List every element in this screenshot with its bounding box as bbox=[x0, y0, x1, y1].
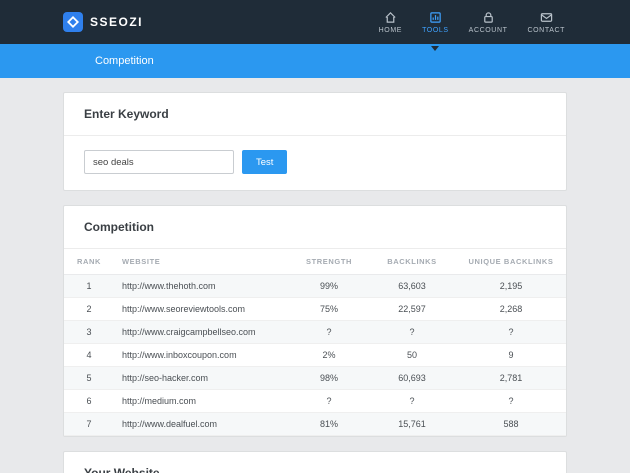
nav-item-tools[interactable]: TOOLS bbox=[420, 9, 451, 36]
nav-item-contact[interactable]: CONTACT bbox=[525, 9, 567, 36]
active-tab-caret bbox=[431, 46, 439, 51]
backlinks-cell: ? bbox=[368, 321, 456, 344]
account-icon bbox=[482, 11, 495, 24]
website-cell: http://seo-hacker.com bbox=[114, 367, 290, 390]
col-backlinks: BACKLINKS bbox=[368, 249, 456, 275]
card-header: Your Website bbox=[64, 452, 566, 473]
table-row: 7 http://www.dealfuel.com 81% 15,761 588 bbox=[64, 413, 566, 436]
brand[interactable]: SSEOZI bbox=[63, 12, 143, 32]
tools-icon bbox=[429, 11, 442, 24]
nav-item-account[interactable]: ACCOUNT bbox=[467, 9, 510, 36]
table-row: 6 http://medium.com ? ? ? bbox=[64, 390, 566, 413]
card-header: Competition bbox=[64, 206, 566, 249]
website-cell: http://www.thehoth.com bbox=[114, 275, 290, 298]
backlinks-cell: 63,603 bbox=[368, 275, 456, 298]
col-strength: STRENGTH bbox=[290, 249, 368, 275]
brand-logo-icon bbox=[63, 12, 83, 32]
col-unique-backlinks: UNIQUE BACKLINKS bbox=[456, 249, 566, 275]
nav-item-label: CONTACT bbox=[527, 27, 565, 34]
strength-cell: 2% bbox=[290, 344, 368, 367]
website-cell: http://www.seoreviewtools.com bbox=[114, 298, 290, 321]
unique-backlinks-cell: 2,268 bbox=[456, 298, 566, 321]
brand-name: SSEOZI bbox=[90, 15, 143, 29]
rank-cell: 3 bbox=[64, 321, 114, 344]
website-cell: http://www.inboxcoupon.com bbox=[114, 344, 290, 367]
rank-cell: 7 bbox=[64, 413, 114, 436]
card-title: Competition bbox=[84, 220, 154, 234]
competition-card: Competition RANK WEBSITE STRENGTH BACKLI… bbox=[63, 205, 567, 437]
rank-cell: 2 bbox=[64, 298, 114, 321]
table-row: 4 http://www.inboxcoupon.com 2% 50 9 bbox=[64, 344, 566, 367]
enter-keyword-card: Enter Keyword Test bbox=[63, 92, 567, 191]
backlinks-cell: 60,693 bbox=[368, 367, 456, 390]
strength-cell: 75% bbox=[290, 298, 368, 321]
unique-backlinks-cell: 588 bbox=[456, 413, 566, 436]
unique-backlinks-cell: 2,195 bbox=[456, 275, 566, 298]
rank-cell: 5 bbox=[64, 367, 114, 390]
backlinks-cell: 15,761 bbox=[368, 413, 456, 436]
home-icon bbox=[384, 11, 397, 24]
unique-backlinks-cell: 9 bbox=[456, 344, 566, 367]
strength-cell: ? bbox=[290, 390, 368, 413]
test-button[interactable]: Test bbox=[242, 150, 287, 174]
your-website-card: Your Website RANK WEBSITE STRENGTH BACKL… bbox=[63, 451, 567, 473]
strength-cell: 81% bbox=[290, 413, 368, 436]
table-row: 3 http://www.craigcampbellseo.com ? ? ? bbox=[64, 321, 566, 344]
website-cell: http://www.dealfuel.com bbox=[114, 413, 290, 436]
col-website: WEBSITE bbox=[114, 249, 290, 275]
top-navbar: SSEOZI HOME TOOLS ACCOUNT bbox=[0, 0, 630, 44]
table-row: 1 http://www.thehoth.com 99% 63,603 2,19… bbox=[64, 275, 566, 298]
keyword-form: Test bbox=[64, 136, 566, 190]
keyword-input[interactable] bbox=[84, 150, 234, 174]
nav-item-home[interactable]: HOME bbox=[377, 9, 404, 36]
competition-table: RANK WEBSITE STRENGTH BACKLINKS UNIQUE B… bbox=[64, 249, 566, 436]
card-title: Enter Keyword bbox=[84, 107, 169, 121]
table-header-row: RANK WEBSITE STRENGTH BACKLINKS UNIQUE B… bbox=[64, 249, 566, 275]
rank-cell: 4 bbox=[64, 344, 114, 367]
strength-cell: ? bbox=[290, 321, 368, 344]
website-cell: http://www.craigcampbellseo.com bbox=[114, 321, 290, 344]
rank-cell: 1 bbox=[64, 275, 114, 298]
backlinks-cell: ? bbox=[368, 390, 456, 413]
strength-cell: 99% bbox=[290, 275, 368, 298]
rank-cell: 6 bbox=[64, 390, 114, 413]
nav-item-label: TOOLS bbox=[422, 27, 449, 34]
backlinks-cell: 22,597 bbox=[368, 298, 456, 321]
nav-item-label: HOME bbox=[379, 27, 402, 34]
website-cell: http://medium.com bbox=[114, 390, 290, 413]
unique-backlinks-cell: ? bbox=[456, 321, 566, 344]
nav-item-label: ACCOUNT bbox=[469, 27, 508, 34]
nav-menu: HOME TOOLS ACCOUNT CONTACT bbox=[377, 9, 567, 36]
strength-cell: 98% bbox=[290, 367, 368, 390]
table-row: 5 http://seo-hacker.com 98% 60,693 2,781 bbox=[64, 367, 566, 390]
unique-backlinks-cell: ? bbox=[456, 390, 566, 413]
unique-backlinks-cell: 2,781 bbox=[456, 367, 566, 390]
backlinks-cell: 50 bbox=[368, 344, 456, 367]
table-row: 2 http://www.seoreviewtools.com 75% 22,5… bbox=[64, 298, 566, 321]
page-title: Competition bbox=[95, 55, 154, 67]
card-header: Enter Keyword bbox=[64, 93, 566, 136]
card-title: Your Website bbox=[84, 466, 160, 473]
page-header-bar: Competition bbox=[0, 44, 630, 78]
col-rank: RANK bbox=[64, 249, 114, 275]
contact-icon bbox=[540, 11, 553, 24]
